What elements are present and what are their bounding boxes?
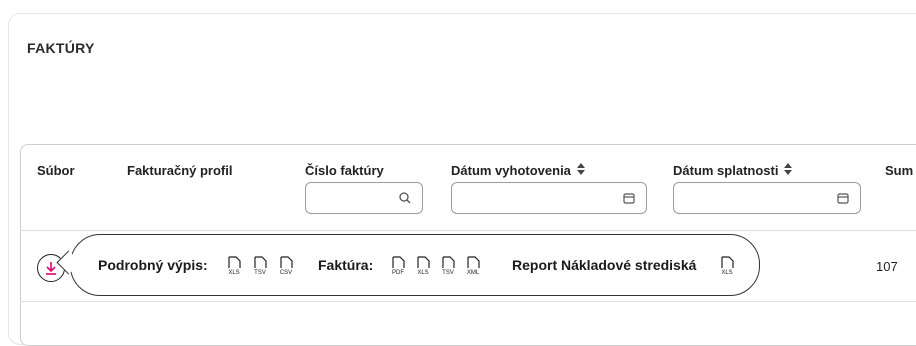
column-header-due-date[interactable]: Dátum splatnosti [673,163,793,178]
column-header-invoice-number: Číslo faktúry [305,163,384,178]
invoice-number-filter[interactable] [305,182,423,214]
svg-text:PDF: PDF [392,270,404,276]
issue-date-input[interactable] [452,183,646,213]
column-header-label: Fakturačný profil [127,163,233,178]
sort-icon[interactable] [784,163,793,178]
xml-file-icon[interactable]: XML [465,256,481,276]
column-header-billing-profile: Fakturačný profil [127,163,232,178]
column-header-label: Dátum splatnosti [673,163,779,178]
calendar-icon[interactable] [622,191,636,205]
column-header-issue-date[interactable]: Dátum vyhotovenia [451,163,585,178]
column-header-label: Číslo faktúry [305,163,384,178]
svg-text:XLS: XLS [721,270,732,276]
detailed-statement-label: Podrobný výpis: [98,257,208,273]
calendar-icon[interactable] [836,191,850,205]
sum-cell: 107 [876,259,898,274]
xls-file-icon[interactable]: XLS [226,256,242,276]
svg-text:CSV: CSV [280,270,292,276]
tsv-file-icon[interactable]: TSV [252,256,268,276]
header-divider [20,230,916,231]
svg-text:XLS: XLS [417,270,428,276]
svg-text:XML: XML [467,270,480,276]
search-icon [399,192,411,204]
invoice-label: Faktúra: [318,257,374,273]
csv-file-icon[interactable]: CSV [278,256,294,276]
column-header-sum: Sum [885,163,913,178]
due-date-filter[interactable] [673,182,861,214]
svg-text:TSV: TSV [254,270,266,276]
tsv-file-icon[interactable]: TSV [440,256,456,276]
due-date-input[interactable] [674,183,860,213]
row-divider [20,301,916,302]
svg-text:TSV: TSV [442,270,454,276]
column-header-label: Súbor [37,163,75,178]
pdf-file-icon[interactable]: PDF [390,256,406,276]
sort-icon[interactable] [576,163,585,178]
cost-center-report-label: Report Nákladové strediská [512,257,697,273]
section-title: FAKTÚRY [27,40,95,56]
xls-file-icon[interactable]: XLS [415,256,431,276]
column-header-label: Dátum vyhotovenia [451,163,571,178]
svg-text:XLS: XLS [228,270,239,276]
issue-date-filter[interactable] [451,182,647,214]
column-header-file: Súbor [37,163,75,178]
xls-file-icon[interactable]: XLS [719,256,735,276]
column-header-label: Sum [885,163,914,178]
